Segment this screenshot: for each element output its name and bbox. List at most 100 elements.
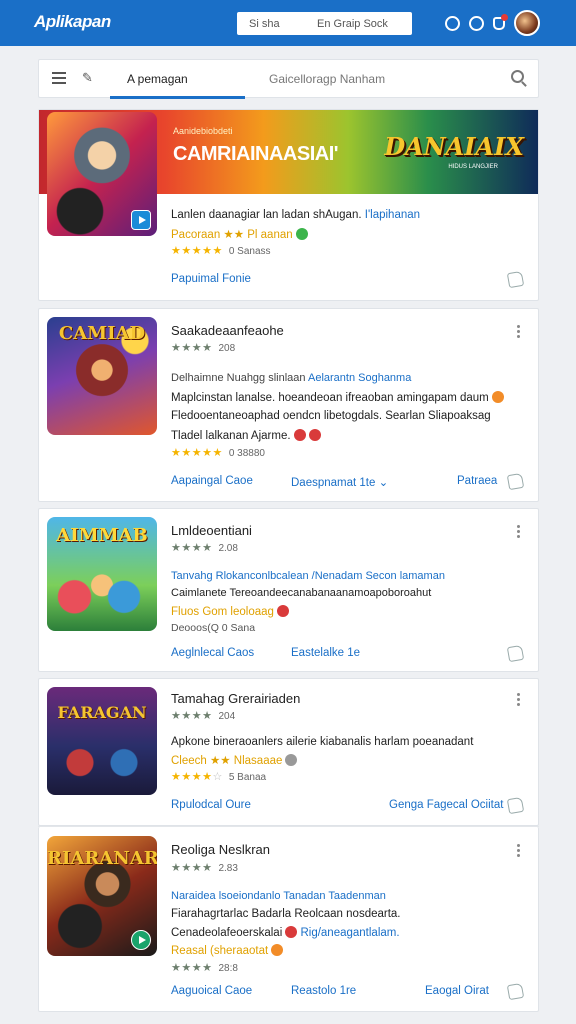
emoji-icon [308,429,321,441]
app-thumbnail[interactable]: AIMMAB [47,517,157,631]
app-desc-line3: Tladel lalkanan Ajarme. [171,429,321,442]
emoji-icon [285,926,298,938]
app-rating-secondary: ★★★★★ 0 38880 [171,447,265,459]
search-scope-label[interactable]: Si sha [249,18,280,30]
app-desc-line3: Reasal (sheraaotat [171,944,284,957]
emoji-icon [285,754,298,766]
app-desc-line2: Cleech ★★ Nlasaaae [171,753,298,767]
app-rating: ★★★★ 2.08 [171,542,238,554]
app-logo[interactable]: Aplikapan [34,12,111,32]
app-title[interactable]: Saakadeaanfeaohe [171,323,284,338]
notification-icon[interactable] [493,13,508,30]
like-icon[interactable] [506,472,525,491]
app-action-link[interactable]: Aeglnlecal Caos [171,647,254,659]
card-divider [38,826,539,827]
thumbnail-title: RIARANAR [47,848,157,869]
app-title[interactable]: Lmldeoentiani [171,523,252,538]
featured-action-link[interactable]: Papuimal Fonie [171,273,251,285]
app-card[interactable]: CAMIAD Saakadeaanfeaohe ★★★★ 208 Delhaimn… [38,308,539,502]
featured-line1: Lanlen daanagiar lan ladan shAugan. I'la… [171,209,421,221]
app-secondary-link[interactable]: Reastolo 1re [291,985,356,997]
search-icon[interactable] [511,70,524,83]
app-action-link[interactable]: Rpulodcal Oure [171,799,251,811]
app-desc-blue: Delhaimne Nuahgg slinlaan Aelarantn Sogh… [171,372,412,384]
notification-badge [501,13,508,21]
app-action-link[interactable]: Aapaingal Caoe [171,475,253,487]
settings-icon[interactable] [469,15,484,31]
thumbnail-title: AIMMAB [56,525,148,546]
banner-subtitle: Aanidebiobdeti [173,126,233,136]
app-rating: ★★★★ 2.83 [171,862,238,874]
like-icon[interactable] [506,982,525,1001]
featured-line2: Pacoraan ★★ Pl aanan [171,227,308,241]
banner-logo-sub: HIDUS LANGJIER [448,164,498,170]
app-rating-secondary: ★★★★ 28:8 [171,962,238,974]
app-card[interactable]: AIMMAB Lmldeoentiani ★★★★ 2.08 Tanvahg Rl… [38,508,539,672]
app-card[interactable]: RIARANAR Reoliga Neslkran ★★★★ 2.83 Narai… [38,827,539,1012]
emoji-icon [293,429,306,441]
app-title[interactable]: Tamahag Grerairiaden [171,691,300,706]
app-desc-line1: Apkone bineraoanlers ailerie kiabanalis … [171,736,474,748]
featured-rating-count: 0 Sanass [228,246,271,257]
rating-count: 208 [218,343,236,354]
banner-title: CAMRIAINAASIAI' [173,143,339,165]
app-tertiary-link[interactable]: Genga Fagecal Ociitat [389,799,503,811]
app-secondary-link[interactable]: Daespnamat 1te ⌄ [291,475,388,489]
green-dot-icon [295,228,308,240]
app-rating: ★★★★ 204 [171,710,236,722]
tab-active[interactable]: A pemagan [110,60,245,99]
app-card[interactable]: FARAGAN Tamahag Grerairiaden ★★★★ 204 Apk… [38,678,539,826]
like-icon[interactable] [506,644,525,663]
featured-thumbnail[interactable] [47,112,157,236]
tab-search-input[interactable]: Gaicelloragp Nanham [269,72,385,86]
app-desc-line2: Fluos Gom leoloaag [171,605,289,618]
like-icon[interactable] [506,270,525,289]
emoji-icon [271,944,284,956]
app-tertiary-link[interactable]: Patraea [457,475,497,487]
header-search-box[interactable]: Si sha En Graip Sock [237,12,412,35]
thumbnail-title: CAMIAD [58,323,146,344]
thumbnail-title: FARAGAN [57,703,147,722]
app-desc-line2: Cenadeolafeoerskalai Rig/aneagantlalam. [171,926,400,939]
user-avatar[interactable] [514,10,540,36]
emoji-icon [276,605,289,617]
emoji-icon [491,391,504,403]
app-secondary-link[interactable]: Eastelalke 1e [291,647,360,659]
like-icon[interactable] [506,796,525,815]
banner-game-logo: DANAIAIX [384,132,524,161]
app-action-link[interactable]: Aaguoical Caoe [171,985,252,997]
edit-icon[interactable]: ✎ [82,70,93,86]
more-options-icon[interactable] [517,525,520,528]
app-title[interactable]: Reoliga Neslkran [171,842,270,857]
play-badge-icon [131,930,151,950]
menu-icon[interactable] [52,72,66,84]
more-options-icon[interactable] [517,325,520,328]
search-input-text[interactable]: En Graip Sock [317,18,388,30]
app-thumbnail[interactable]: CAMIAD [47,317,157,435]
play-badge-icon [131,210,151,230]
app-thumbnail[interactable]: FARAGAN [47,687,157,795]
app-desc-line3: Deooos(Q 0 Sana [171,622,256,634]
featured-line1-link[interactable]: I'lapihanan [365,209,420,221]
featured-rating: ★★★★★ 0 Sanass [171,245,271,257]
app-header: Aplikapan Si sha En Graip Sock [0,0,576,46]
app-desc-blue: Tanvahg Rlokanconlbcalean /Nenadam Secon… [171,570,445,582]
clock-icon[interactable] [445,15,460,31]
more-options-icon[interactable] [517,693,520,696]
rating-count: 2.83 [218,863,238,874]
rating-count: 204 [218,711,236,722]
tab-bar: ✎ A pemagan Gaicelloragp Nanham [38,59,539,99]
app-desc-line1: Caimlanete Tereoandeecanabanaanamoapobor… [171,587,432,599]
app-desc-line1: Fiarahagrtarlac Badarla Reolcaan nosdear… [171,908,401,920]
app-tertiary-link[interactable]: Eaogal Oirat [425,985,489,997]
app-desc-line1: Maplcinstan lanalse. hoeandeoan ifreaoba… [171,391,504,404]
app-desc-blue: Naraidea lsoeiondanlo Tanadan Taadenman [171,890,386,902]
featured-card[interactable]: Aanidebiobdeti CAMRIAINAASIAI' DANAIAIX … [38,109,539,301]
more-options-icon[interactable] [517,844,520,847]
rating-count: 2.08 [218,543,238,554]
app-desc-line2: Fledooentaneoaphad oendcn libetogdals. S… [171,410,491,422]
app-rating-secondary: ★★★★☆ 5 Banaa [171,771,267,783]
app-rating: ★★★★ 208 [171,342,236,354]
chevron-down-icon: ⌄ [378,477,389,489]
app-thumbnail[interactable]: RIARANAR [47,836,157,956]
